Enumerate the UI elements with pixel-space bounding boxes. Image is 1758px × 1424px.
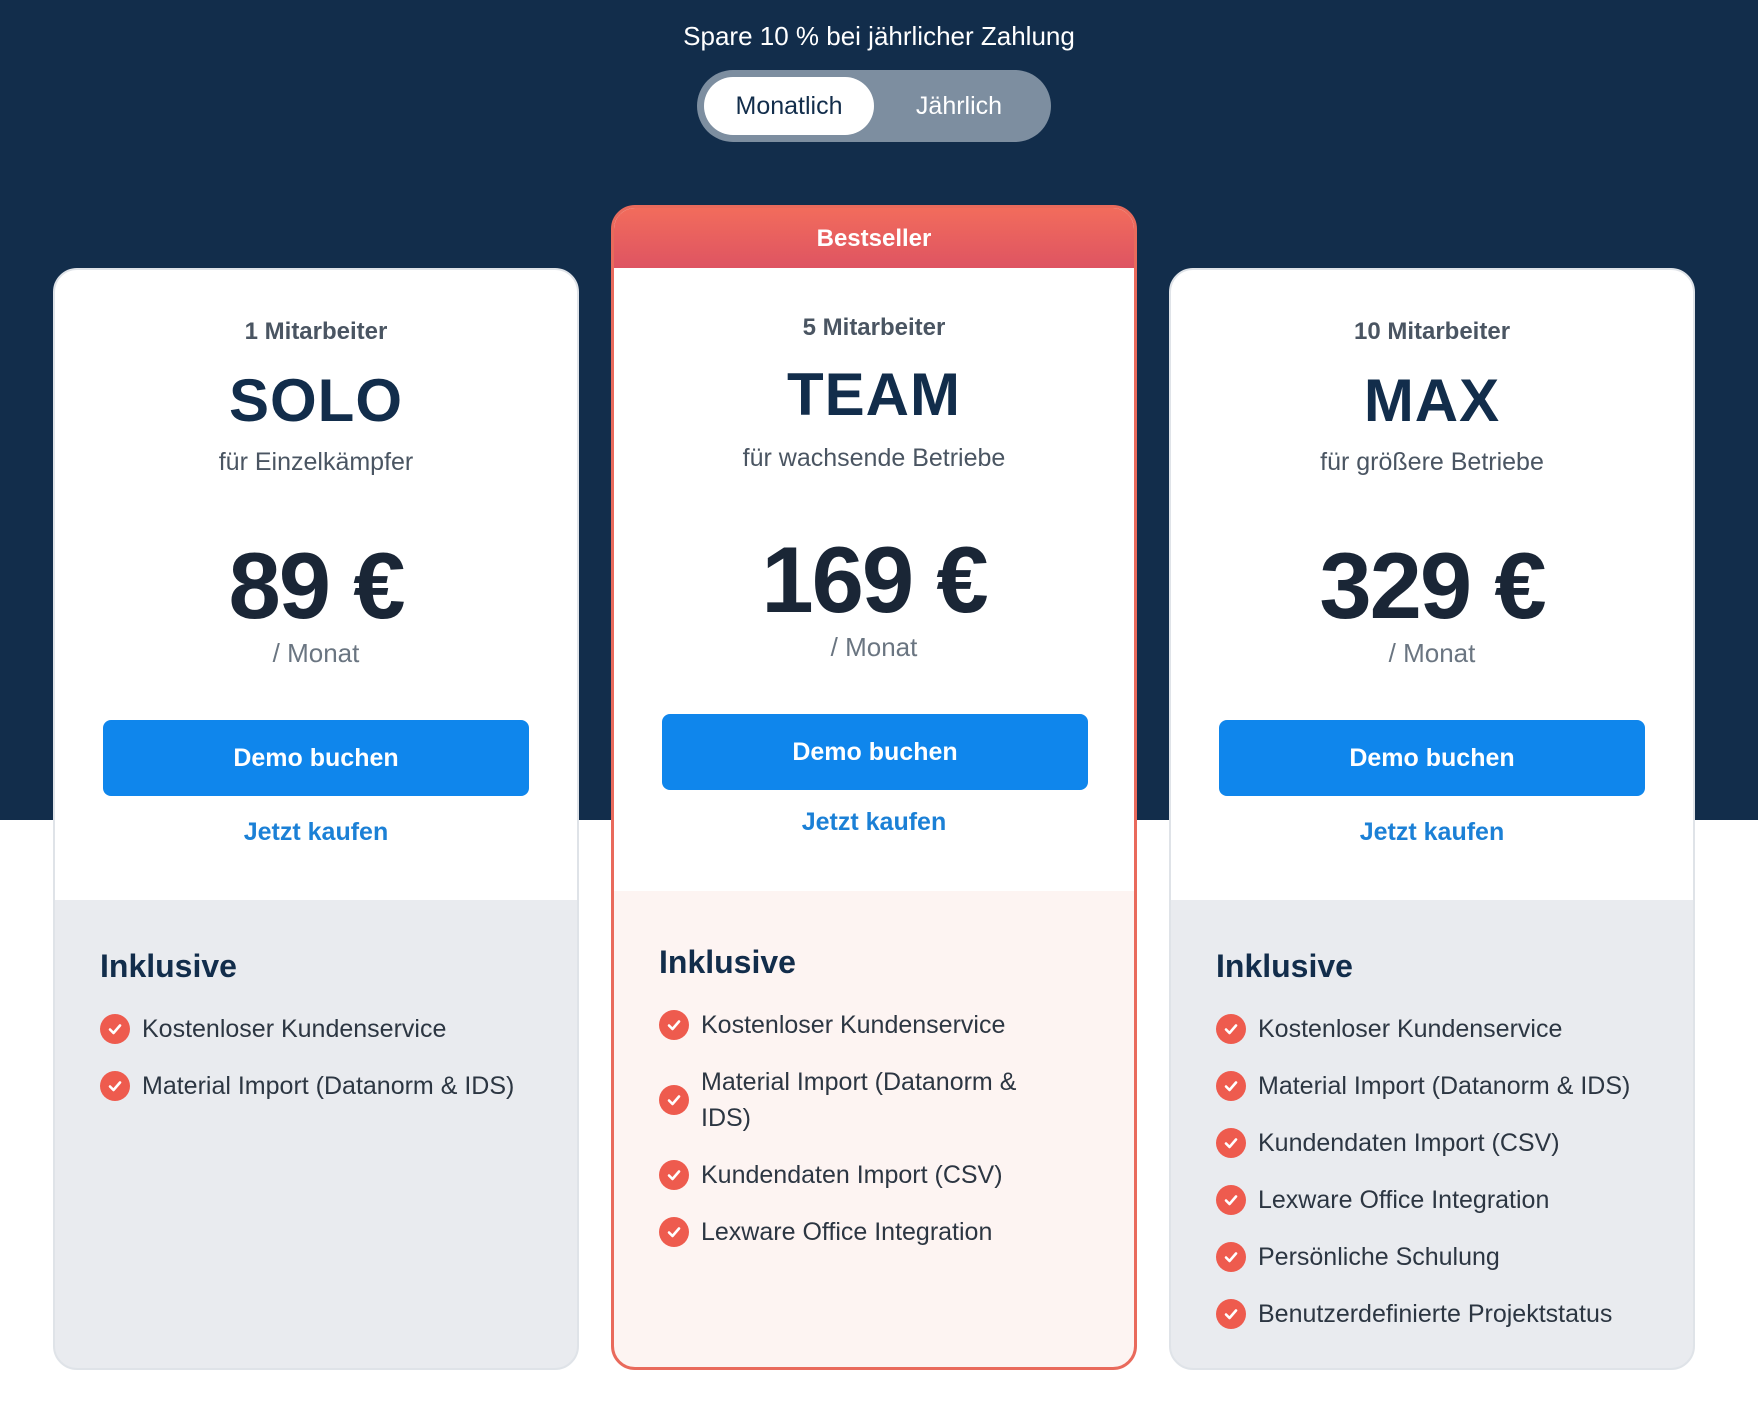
annual-savings-note: Spare 10 % bei jährlicher Zahlung (683, 21, 1075, 51)
check-icon (659, 1085, 689, 1115)
toggle-monthly[interactable]: Monatlich (704, 77, 874, 135)
plan-name: TEAM (787, 361, 961, 428)
check-icon (100, 1071, 130, 1101)
buy-now-link[interactable]: Jetzt kaufen (614, 808, 1134, 837)
feature-item: Kostenloser Kundenservice (100, 1011, 547, 1047)
feature-item: Kundendaten Import (CSV) (659, 1157, 1104, 1193)
check-icon (659, 1010, 689, 1040)
check-icon (1216, 1185, 1246, 1215)
feature-label: Lexware Office Integration (701, 1218, 993, 1246)
plan-employees: 1 Mitarbeiter (244, 318, 388, 345)
plan-period: / Monat (830, 632, 918, 662)
plan-price: 89 € (228, 533, 406, 638)
plan-employees: 5 Mitarbeiter (802, 314, 946, 341)
plan-card-solo: 1 Mitarbeiter SOLO für Einzelkämpfer 89 … (53, 268, 579, 1370)
feature-item: Kundendaten Import (CSV) (1216, 1125, 1663, 1161)
check-icon (1216, 1128, 1246, 1158)
bestseller-badge: Bestseller (614, 208, 1134, 268)
feature-item: Benutzerdefinierte Projektstatus (1216, 1296, 1663, 1332)
check-icon (1216, 1299, 1246, 1329)
feature-label: Kostenloser Kundenservice (1258, 1015, 1563, 1043)
check-icon (659, 1160, 689, 1190)
check-icon (1216, 1014, 1246, 1044)
feature-label: Lexware Office Integration (1258, 1186, 1550, 1214)
plan-period: / Monat (272, 638, 360, 668)
feature-item: Kostenloser Kundenservice (1216, 1011, 1663, 1047)
plan-card-team: Bestseller 5 Mitarbeiter TEAM für wachse… (611, 205, 1137, 1370)
demo-button[interactable]: Demo buchen (1219, 720, 1645, 796)
plan-description: für wachsende Betriebe (742, 444, 1006, 472)
feature-item: Material Import (Datanorm & IDS) (1216, 1068, 1663, 1104)
demo-button[interactable]: Demo buchen (103, 720, 529, 796)
feature-label: Kundendaten Import (CSV) (1258, 1129, 1560, 1157)
plan-description: für größere Betriebe (1320, 448, 1544, 476)
plan-header: 10 Mitarbeiter MAX für größere Betriebe … (1171, 270, 1693, 900)
feature-label: Material Import (Datanorm & IDS) (701, 1068, 1017, 1132)
buy-now-link[interactable]: Jetzt kaufen (55, 818, 577, 847)
plan-price: 329 € (1319, 533, 1546, 638)
feature-label: Persönliche Schulung (1258, 1243, 1500, 1271)
plan-price: 169 € (761, 527, 988, 632)
feature-item: Kostenloser Kundenservice (659, 1007, 1104, 1043)
check-icon (1216, 1071, 1246, 1101)
feature-item: Material Import (Datanorm & IDS) (659, 1064, 1104, 1136)
feature-item: Material Import (Datanorm & IDS) (100, 1068, 547, 1104)
check-icon (100, 1014, 130, 1044)
feature-list: Inklusive Kostenloser Kundenservice Mate… (100, 948, 547, 1125)
check-icon (659, 1217, 689, 1247)
plan-header: 1 Mitarbeiter SOLO für Einzelkämpfer 89 … (55, 270, 577, 900)
feature-label: Material Import (Datanorm & IDS) (142, 1072, 515, 1100)
feature-list: Inklusive Kostenloser Kundenservice Mate… (1216, 948, 1663, 1353)
plan-header: 5 Mitarbeiter TEAM für wachsende Betrieb… (614, 268, 1134, 891)
buy-now-link[interactable]: Jetzt kaufen (1171, 818, 1693, 847)
included-heading: Inklusive (1216, 948, 1353, 984)
plan-period: / Monat (1388, 638, 1476, 668)
included-heading: Inklusive (100, 948, 237, 984)
demo-button[interactable]: Demo buchen (662, 714, 1088, 790)
feature-list: Inklusive Kostenloser Kundenservice Mate… (659, 944, 1104, 1271)
plan-employees: 10 Mitarbeiter (1353, 318, 1511, 345)
feature-item: Persönliche Schulung (1216, 1239, 1663, 1275)
feature-label: Kostenloser Kundenservice (142, 1015, 447, 1043)
billing-toggle[interactable]: Monatlich Jährlich (697, 70, 1051, 142)
toggle-yearly[interactable]: Jährlich (874, 77, 1044, 135)
feature-label: Benutzerdefinierte Projektstatus (1258, 1300, 1613, 1328)
plan-name: SOLO (228, 367, 403, 434)
feature-item: Lexware Office Integration (659, 1214, 1104, 1250)
feature-label: Kostenloser Kundenservice (701, 1011, 1006, 1039)
plan-description: für Einzelkämpfer (218, 448, 414, 476)
feature-item: Lexware Office Integration (1216, 1182, 1663, 1218)
plan-name: MAX (1363, 367, 1501, 434)
feature-label: Kundendaten Import (CSV) (701, 1161, 1003, 1189)
pricing-page: Spare 10 % bei jährlicher Zahlung Monatl… (0, 0, 1758, 1424)
included-heading: Inklusive (659, 944, 796, 980)
check-icon (1216, 1242, 1246, 1272)
feature-label: Material Import (Datanorm & IDS) (1258, 1072, 1631, 1100)
plan-card-max: 10 Mitarbeiter MAX für größere Betriebe … (1169, 268, 1695, 1370)
